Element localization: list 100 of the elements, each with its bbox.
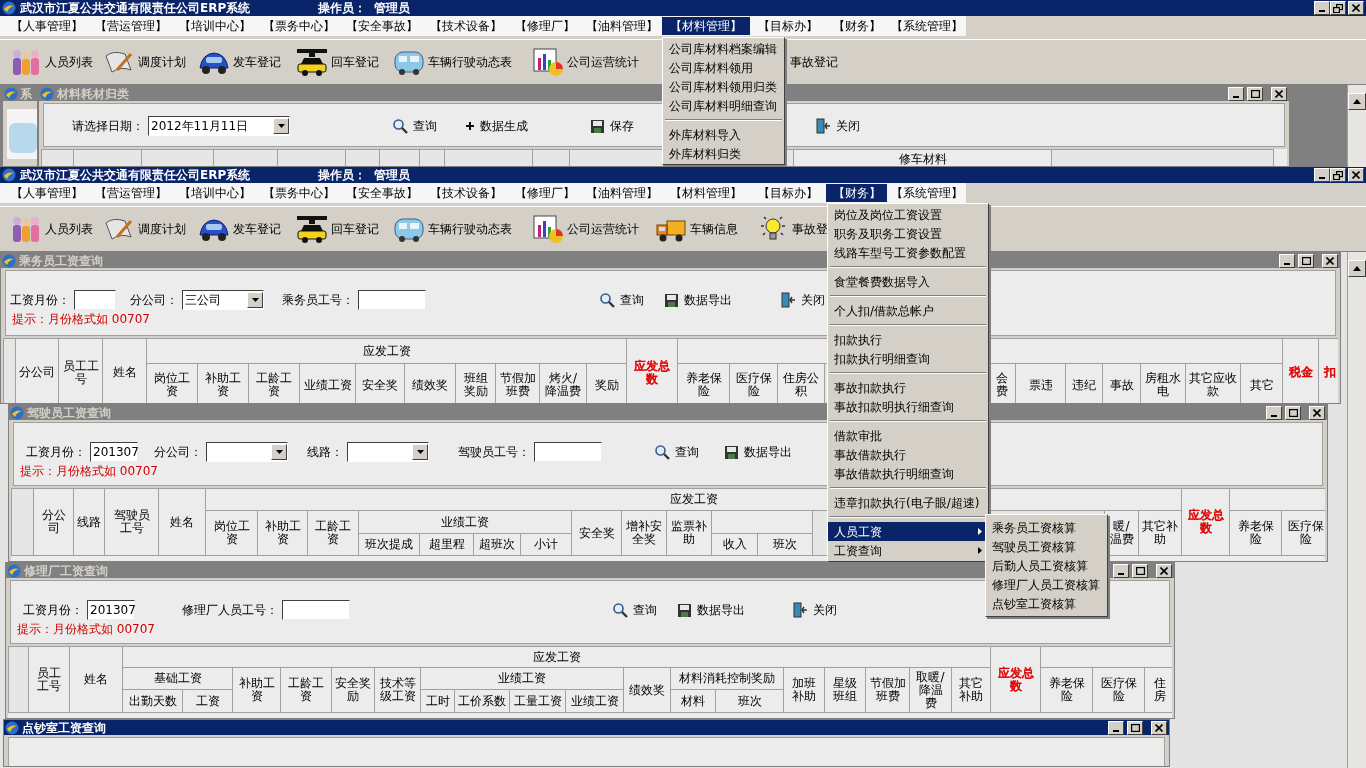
column-header: 超里程 bbox=[428, 537, 465, 551]
column-header: 加班补助 bbox=[792, 676, 816, 703]
column-header: 应发总数 bbox=[1187, 508, 1224, 535]
column-header: 暖/温费 bbox=[1109, 519, 1134, 546]
window-title: 点钞室工资查询 bbox=[22, 720, 106, 735]
column-header: 事故 bbox=[1109, 377, 1134, 392]
column-header: 安全奖 bbox=[362, 377, 398, 392]
column-header: 姓名 bbox=[170, 514, 194, 529]
field-label: 请选择日期： bbox=[72, 119, 144, 133]
column-header: 超班次 bbox=[479, 537, 515, 551]
column-header: 节假加班费 bbox=[499, 371, 536, 398]
column-header: 房租水电 bbox=[1145, 371, 1181, 398]
window-title: 驾驶员工资查询 bbox=[27, 405, 111, 420]
column-header: 岗位工资 bbox=[213, 519, 250, 546]
column-header: 绩效奖 bbox=[412, 377, 448, 392]
column-header: 监票补助 bbox=[671, 519, 707, 546]
column-header: 应发工资 bbox=[362, 343, 411, 358]
field-label: 线路： bbox=[307, 445, 343, 459]
column-header: 出勤天数 bbox=[128, 693, 177, 708]
column-header: 工龄工资 bbox=[315, 519, 351, 546]
column-header: 材料 bbox=[681, 693, 705, 708]
operator-name: 管理员 bbox=[374, 168, 410, 182]
column-header: 收入 bbox=[722, 537, 747, 551]
column-header: 其它 bbox=[1249, 377, 1274, 392]
column-header: 安全奖励 bbox=[335, 676, 371, 703]
field-label: 修理厂人员工号： bbox=[182, 603, 278, 617]
field-label: 工资月份： bbox=[26, 445, 86, 459]
column-header: 违纪 bbox=[1072, 377, 1096, 392]
column-header: 线路 bbox=[77, 514, 101, 529]
column-header: 其它应收款 bbox=[1189, 371, 1237, 398]
column-header: 应发工资 bbox=[669, 492, 718, 506]
column-header: 工龄工资 bbox=[256, 371, 292, 398]
column-header: 员工工号 bbox=[62, 358, 99, 386]
column-header: 扣 bbox=[1324, 365, 1337, 379]
column-header: 业绩工资 bbox=[570, 693, 619, 708]
column-header: 烤火/降温费 bbox=[545, 371, 581, 398]
column-header: 其它补助 bbox=[959, 676, 984, 703]
column-header: 取暖/降温费 bbox=[916, 669, 945, 710]
operator-label: 操作员： bbox=[318, 168, 366, 182]
column-header: 医疗保险 bbox=[735, 371, 772, 398]
column-header: 班次 bbox=[773, 537, 797, 551]
column-header: 住房 bbox=[1153, 676, 1166, 703]
column-header: 姓名 bbox=[112, 365, 137, 379]
column-header: 岗位工资 bbox=[154, 371, 190, 398]
hint-text: 提示：月份格式如 00707 bbox=[20, 464, 158, 478]
column-header: 小计 bbox=[534, 537, 558, 551]
column-header: 工资 bbox=[195, 693, 220, 708]
column-header: 班次 bbox=[737, 693, 762, 708]
column-header: 员工工号 bbox=[37, 665, 61, 693]
column-header: 补助工资 bbox=[264, 519, 301, 546]
field-label: 驾驶员工号： bbox=[458, 445, 530, 459]
column-header: 姓名 bbox=[84, 672, 108, 686]
hint-text: 提示：月份格式如 00707 bbox=[17, 622, 155, 636]
column-header: 医疗保险 bbox=[1100, 676, 1137, 703]
column-header: 税金 bbox=[1288, 365, 1313, 379]
column-header: 增补安全奖 bbox=[626, 519, 662, 546]
column-header: 驾驶员工号 bbox=[113, 508, 150, 535]
column-header: 业绩工资 bbox=[441, 514, 489, 529]
column-header: 分公司 bbox=[41, 508, 66, 535]
column-header: 应发总数 bbox=[997, 665, 1034, 693]
column-header: 工价系数 bbox=[458, 693, 506, 708]
column-header: 材料消耗控制奖励 bbox=[679, 671, 775, 685]
column-header: 其它补助 bbox=[1142, 519, 1179, 546]
app-title: 武汉市江夏公共交通有限责任公司ERP系统 bbox=[20, 168, 252, 182]
column-header: 应发总数 bbox=[634, 358, 670, 386]
operator-name: 管理员 bbox=[374, 1, 410, 15]
column-header: 分公司 bbox=[19, 365, 55, 379]
column-header: 业绩工资 bbox=[498, 671, 546, 685]
field-label: 乘务员工号： bbox=[282, 293, 354, 307]
column-header: 班组奖励 bbox=[463, 371, 488, 398]
column-header: 节假加班费 bbox=[869, 676, 906, 703]
column-header: 医疗保险 bbox=[1287, 519, 1324, 546]
column-header: 养老保险 bbox=[685, 371, 722, 398]
column-header: 修车材料 bbox=[898, 152, 947, 166]
app-title: 武汉市江夏公共交通有限责任公司ERP系统 bbox=[20, 1, 252, 15]
column-header: 工量工资 bbox=[513, 693, 562, 708]
column-header: 住房公积 bbox=[783, 371, 819, 398]
column-header: 星级班组 bbox=[833, 676, 857, 703]
window-title: 系 bbox=[20, 86, 32, 101]
window-title: 修理厂工资查询 bbox=[24, 563, 108, 578]
column-header: 业绩工资 bbox=[303, 377, 352, 392]
window-title: 乘务员工资查询 bbox=[19, 253, 103, 268]
column-header: 班次提成 bbox=[365, 537, 413, 551]
column-header: 基础工资 bbox=[153, 671, 202, 685]
column-header: 工时 bbox=[425, 693, 450, 708]
column-header: 会费 bbox=[996, 371, 1008, 398]
column-header: 养老保险 bbox=[1048, 676, 1085, 703]
field-label: 工资月份： bbox=[23, 603, 83, 617]
column-header: 安全奖 bbox=[578, 525, 615, 540]
column-header: 工龄工资 bbox=[288, 676, 324, 703]
hint-text: 提示：月份格式如 00707 bbox=[12, 312, 150, 326]
column-header: 补助工资 bbox=[238, 676, 275, 703]
column-header: 绩效奖 bbox=[629, 682, 665, 697]
window-title: 材料耗材归类 bbox=[57, 86, 129, 101]
field-label: 分公司： bbox=[154, 445, 202, 459]
column-header: 票违 bbox=[1028, 377, 1053, 392]
field-label: 工资月份： bbox=[10, 293, 70, 307]
column-header: 奖励 bbox=[594, 377, 619, 392]
column-header: 养老保险 bbox=[1237, 519, 1274, 546]
column-header: 应发工资 bbox=[532, 649, 581, 664]
